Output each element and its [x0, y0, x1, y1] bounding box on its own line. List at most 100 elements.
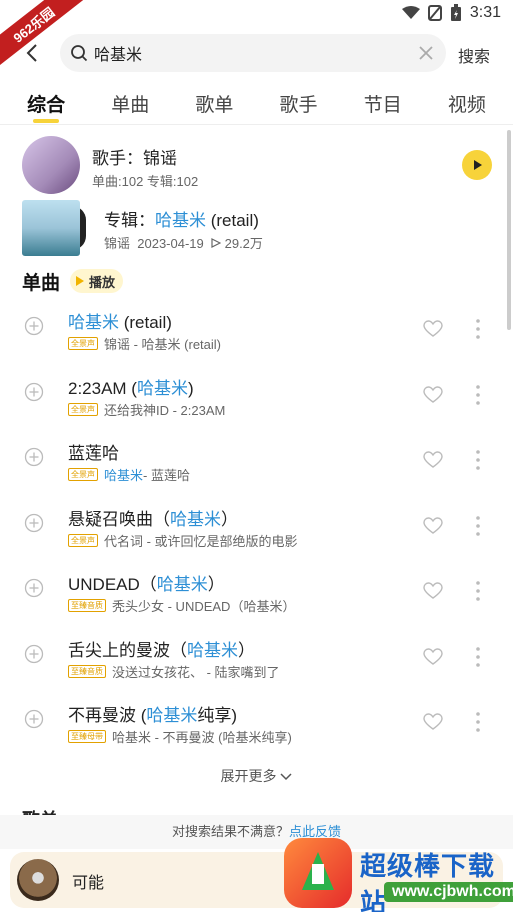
more-vertical-icon[interactable] — [475, 515, 481, 537]
heart-icon[interactable] — [423, 647, 443, 666]
song-title: 舌尖上的曼波（哈基米） — [68, 636, 255, 661]
search-button[interactable]: 搜索 — [458, 43, 490, 67]
song-title-post: ） — [207, 575, 225, 594]
search-row: 搜索 — [0, 34, 513, 74]
quality-badge: 全景声 — [68, 402, 98, 416]
song-meta-pre: 没送过女孩花、 - 陆家嘴到了 — [112, 664, 280, 680]
scrollbar[interactable] — [507, 130, 511, 330]
add-circle-icon[interactable] — [24, 513, 44, 533]
quality-badge: 至臻音质 — [68, 599, 106, 612]
search-input[interactable] — [94, 44, 394, 62]
song-row[interactable]: UNDEAD（哈基米） 至臻音质 秃头少女 - UNDEAD（哈基米） — [0, 564, 513, 630]
song-title: 2:23AM (哈基米) — [68, 374, 194, 399]
heart-icon[interactable] — [423, 385, 443, 404]
song-title-post: ） — [221, 509, 238, 529]
song-title-pre: 2:23AM ( — [68, 378, 137, 398]
album-result[interactable]: 专辑：哈基米 (retail) 锦谣 2023-04-19 29.2万 — [22, 200, 492, 258]
tab-programs[interactable]: 节目 — [364, 90, 402, 117]
status-icons: 3:31 — [401, 4, 501, 22]
search-icon — [71, 45, 88, 62]
more-vertical-icon[interactable] — [475, 646, 481, 668]
song-title: UNDEAD（哈基米） — [68, 570, 225, 595]
song-meta: 至臻音质 秃头少女 - UNDEAD（哈基米） — [68, 596, 295, 615]
song-row[interactable]: 不再曼波 (哈基米纯享) 至臻母带 哈基米 - 不再曼波 (哈基米纯享) — [0, 695, 513, 761]
feedback-link[interactable]: 点此反馈 — [289, 824, 341, 839]
song-title-pre: UNDEAD（ — [68, 575, 157, 594]
play-icon — [474, 160, 482, 170]
song-title-pre: 不再曼波 ( — [68, 706, 147, 725]
heart-icon[interactable] — [423, 451, 443, 469]
song-meta-pre: 秃头少女 - UNDEAD（哈基米） — [112, 599, 296, 614]
song-title-highlight: 哈基米 — [136, 378, 188, 398]
song-title: 悬疑召唤曲（哈基米） — [68, 505, 238, 530]
heart-icon[interactable] — [423, 582, 443, 600]
wifi-icon — [401, 6, 420, 19]
battery-icon — [450, 4, 461, 21]
song-row[interactable]: 舌尖上的曼波（哈基米） 至臻音质 没送过女孩花、 - 陆家嘴到了 — [0, 630, 513, 696]
song-title-highlight: 哈基米 — [156, 575, 208, 594]
artist-result[interactable]: 歌手：锦谣 单曲:102 专辑:102 — [22, 136, 492, 194]
album-title-prefix: 专辑： — [104, 211, 155, 230]
tab-artists[interactable]: 歌手 — [280, 90, 318, 117]
song-title: 不再曼波 (哈基米纯享) — [68, 701, 237, 726]
quality-badge: 全景声 — [68, 533, 98, 547]
album-title-highlight: 哈基米 — [155, 211, 206, 230]
play-all-button[interactable]: 播放 — [70, 269, 124, 293]
search-box[interactable] — [60, 34, 446, 72]
add-circle-icon[interactable] — [24, 644, 44, 664]
song-row[interactable]: 哈基米 (retail) 全景声 锦谣 - 哈基米 (retail) — [0, 302, 513, 368]
song-meta: 全景声 代名词 - 或许回忆是部绝版的电影 — [68, 531, 298, 550]
tab-general[interactable]: 综合 — [27, 90, 65, 117]
more-vertical-icon[interactable] — [475, 580, 481, 602]
quality-badge: 全景声 — [68, 337, 98, 350]
expand-more-button[interactable]: 展开更多 — [0, 766, 513, 786]
song-meta-pre: 锦谣 - 哈基米 (retail) — [104, 337, 222, 352]
song-meta-pre: 代名词 - 或许回忆是部绝版的电影 — [104, 533, 298, 549]
song-row[interactable]: 蓝莲哈全景声 哈基米 - 蓝莲哈 — [0, 433, 513, 499]
clear-icon[interactable] — [416, 43, 436, 63]
song-title-post: ） — [238, 640, 255, 660]
tab-playlists[interactable]: 歌单 — [195, 90, 233, 117]
section-title: 单曲 — [22, 272, 61, 294]
heart-icon[interactable] — [423, 320, 443, 338]
back-arrow-icon[interactable] — [22, 42, 44, 64]
heart-icon[interactable] — [423, 713, 443, 731]
tab-videos[interactable]: 视频 — [448, 90, 486, 117]
play-all-label: 播放 — [89, 274, 116, 290]
heart-icon[interactable] — [423, 516, 443, 535]
song-title: 蓝莲哈 — [68, 439, 119, 464]
more-vertical-icon[interactable] — [475, 318, 481, 340]
artist-title: 歌手：锦谣 — [92, 149, 177, 168]
tab-bar: 综合 单曲 歌单 歌手 节目 视频 — [0, 88, 513, 118]
song-title-pre: 蓝莲哈 — [68, 444, 119, 463]
song-title-highlight: 哈基米 — [68, 313, 119, 332]
song-list: 哈基米 (retail) 全景声 锦谣 - 哈基米 (retail) 2:23AM (… — [0, 302, 513, 761]
more-vertical-icon[interactable] — [475, 384, 481, 406]
add-circle-icon[interactable] — [24, 382, 44, 402]
song-title-pre: 舌尖上的曼波（ — [68, 640, 187, 660]
song-title-highlight: 哈基米 — [170, 509, 221, 529]
more-vertical-icon[interactable] — [475, 449, 481, 471]
status-time: 3:31 — [469, 4, 501, 21]
songs-section-header: 单曲 播放 — [22, 268, 124, 294]
artist-play-button[interactable] — [462, 150, 492, 180]
song-meta: 至臻母带 哈基米 - 不再曼波 (哈基米纯享) — [68, 727, 292, 746]
add-circle-icon[interactable] — [24, 447, 44, 467]
song-title: 哈基米 (retail) — [68, 308, 172, 333]
add-circle-icon[interactable] — [24, 578, 44, 598]
artist-stats: 单曲:102 专辑:102 — [92, 174, 199, 189]
tab-divider — [0, 124, 513, 125]
add-circle-icon[interactable] — [24, 709, 44, 729]
song-title-post: 纯享) — [197, 706, 238, 725]
album-title-suffix: (retail) — [206, 211, 259, 230]
song-row[interactable]: 悬疑召唤曲（哈基米） 全景声 代名词 - 或许回忆是部绝版的电影 — [0, 499, 513, 565]
avatar — [22, 136, 80, 194]
song-meta: 全景声 哈基米 - 蓝莲哈 — [68, 465, 190, 484]
more-vertical-icon[interactable] — [475, 711, 481, 733]
song-row[interactable]: 2:23AM (哈基米) 全景声 还给我神ID - 2:23AM — [0, 368, 513, 434]
tab-songs[interactable]: 单曲 — [111, 90, 149, 117]
song-title-post: ) — [187, 378, 194, 398]
song-meta-highlight: 哈基米 — [104, 468, 144, 483]
quality-badge: 全景声 — [68, 468, 98, 481]
add-circle-icon[interactable] — [24, 316, 44, 336]
